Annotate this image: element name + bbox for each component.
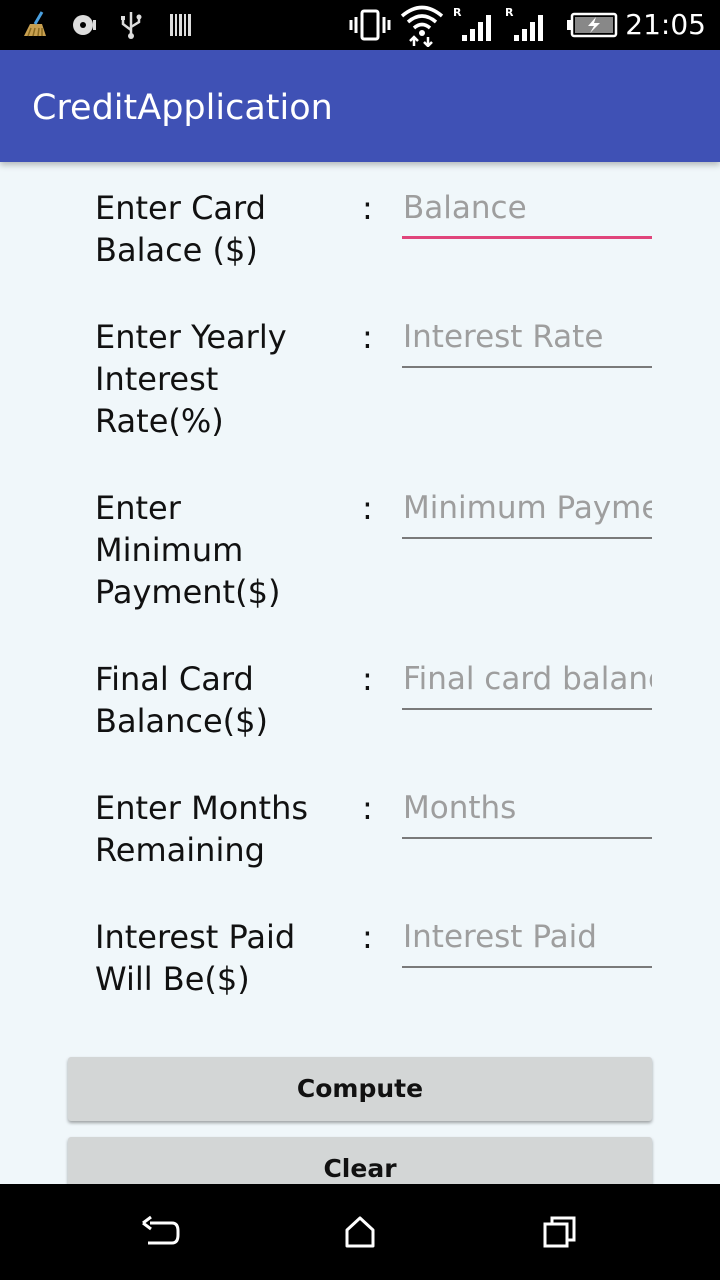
nav-bar [0, 1184, 720, 1280]
balance-label: Enter Card Balace ($) [95, 189, 266, 269]
interest-rate-input[interactable] [402, 316, 652, 368]
minimum-payment-input[interactable] [402, 487, 652, 539]
compute-button[interactable]: Compute [68, 1057, 652, 1121]
signal-icon: R [452, 0, 494, 50]
balance-input[interactable] [402, 187, 652, 239]
vibrate-icon [348, 0, 392, 50]
battery-charging-icon [566, 0, 618, 50]
svg-text:R: R [505, 6, 514, 19]
barcode-icon [168, 0, 192, 50]
recents-icon[interactable] [500, 1184, 620, 1280]
colon: : [362, 489, 373, 527]
signal-icon: R [504, 0, 546, 50]
cleaner-icon [20, 0, 50, 50]
clock: 21:05 [625, 8, 706, 41]
wifi-icon [400, 0, 446, 50]
app-bar: CreditApplication [0, 50, 720, 162]
months-label: Enter Months Remaining [95, 789, 309, 869]
svg-text:R: R [453, 6, 462, 19]
app-title: CreditApplication [32, 88, 333, 128]
usb-icon [118, 0, 144, 50]
final-balance-label: Final Card Balance($) [95, 660, 268, 740]
minimum-payment-label: Enter Minimum Payment($) [95, 489, 281, 611]
back-icon[interactable] [100, 1184, 220, 1280]
clear-button[interactable]: Clear [68, 1137, 652, 1184]
final-balance-input[interactable] [402, 658, 652, 710]
colon: : [362, 318, 373, 356]
colon: : [362, 189, 373, 227]
status-bar: R R 21:05 [0, 0, 720, 50]
interest-rate-label: Enter Yearly Interest Rate(%) [95, 318, 287, 440]
interest-paid-input[interactable] [402, 916, 652, 968]
disc-icon [70, 0, 100, 50]
interest-paid-label: Interest Paid Will Be($) [95, 918, 296, 998]
colon: : [362, 918, 373, 956]
colon: : [362, 660, 373, 698]
screen: R R 21:05 CreditApplication Enter Card B… [0, 0, 720, 1280]
form: Enter Card Balace ($) : Enter Yearly Int… [0, 162, 720, 1184]
home-icon[interactable] [300, 1184, 420, 1280]
colon: : [362, 789, 373, 827]
months-input[interactable] [402, 787, 652, 839]
